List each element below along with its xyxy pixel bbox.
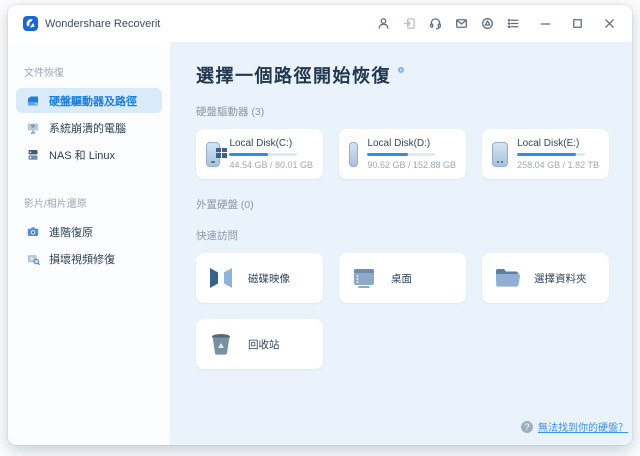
- drive-name: Local Disk(E:): [517, 138, 599, 149]
- sidebar-group-file-recovery: 文件恢復: [24, 64, 154, 79]
- app-logo-icon: [23, 16, 38, 31]
- sidebar: 文件恢復 硬盤驅動器及路徑 系統崩潰的電腦: [8, 42, 170, 445]
- drive-usage-text: 258.04 GB / 1.82 TB: [517, 160, 599, 170]
- brand: Wondershare Recoverit: [23, 16, 160, 31]
- help-link-container: ? 無法找到你的硬盤？: [521, 419, 628, 434]
- drive-usage-fill: [367, 153, 407, 156]
- video-repair-icon: [25, 251, 40, 266]
- app-window: Wondershare Recoverit: [8, 5, 632, 445]
- sidebar-item-label: 進階復原: [49, 224, 93, 240]
- desktop-icon: [349, 265, 379, 291]
- quick-access-card-list: 磁碟映像 桌面 選擇資料夾: [196, 253, 616, 369]
- drive-usage-bar: [517, 153, 585, 156]
- drive-card-d[interactable]: Local Disk(D:) 90.62 GB / 152.88 GB: [339, 129, 466, 179]
- window-body: 文件恢復 硬盤驅動器及路徑 系統崩潰的電腦: [8, 42, 632, 445]
- maximize-icon[interactable]: [570, 16, 585, 31]
- quick-card-label: 磁碟映像: [248, 271, 290, 286]
- support-headset-icon[interactable]: [428, 16, 443, 31]
- hard-drive-icon: [492, 142, 508, 167]
- quick-card-disk-image[interactable]: 磁碟映像: [196, 253, 323, 303]
- drive-path-icon: [25, 93, 40, 108]
- sidebar-item-label: NAS 和 Linux: [49, 147, 115, 163]
- network-globe-icon[interactable]: [480, 16, 495, 31]
- windows-logo-icon: [216, 148, 227, 158]
- sidebar-item-advanced-recovery[interactable]: 進階復原: [16, 219, 162, 244]
- sidebar-item-label: 損壞視頻修復: [49, 251, 115, 267]
- hard-drive-icon: [206, 142, 220, 167]
- crashed-computer-icon: [25, 120, 40, 135]
- app-title: Wondershare Recoverit: [45, 18, 160, 30]
- quick-card-label: 回收站: [248, 337, 280, 352]
- account-icon[interactable]: [376, 16, 391, 31]
- minimize-icon[interactable]: [538, 16, 553, 31]
- titlebar-icons: [376, 16, 617, 31]
- sidebar-item-crashed-computer[interactable]: 系統崩潰的電腦: [16, 115, 162, 140]
- recycle-bin-icon: [206, 331, 236, 357]
- drive-usage-text: 90.62 GB / 152.88 GB: [367, 160, 456, 170]
- nas-server-icon: [25, 147, 40, 162]
- question-icon: ?: [521, 421, 533, 433]
- drive-card-list: Local Disk(C:) 44.54 GB / 80.01 GB Local…: [196, 129, 616, 179]
- section-header-hdd: 硬盤驅動器 (3): [196, 104, 616, 119]
- sidebar-item-video-repair[interactable]: 損壞視頻修復: [16, 246, 162, 271]
- sidebar-item-drives-and-paths[interactable]: 硬盤驅動器及路徑: [16, 88, 162, 113]
- info-icon[interactable]: [398, 67, 404, 73]
- sidebar-item-label: 硬盤驅動器及路徑: [49, 93, 137, 109]
- main-panel: 選擇一個路徑開始恢復 硬盤驅動器 (3) Local Disk(C:) 44.5…: [170, 42, 632, 445]
- sidebar-item-nas-linux[interactable]: NAS 和 Linux: [16, 142, 162, 167]
- drive-usage-text: 44.54 GB / 80.01 GB: [229, 160, 313, 170]
- close-icon[interactable]: [602, 16, 617, 31]
- quick-card-desktop[interactable]: 桌面: [339, 253, 466, 303]
- drive-usage-fill: [229, 153, 267, 156]
- drive-usage-bar: [229, 153, 297, 156]
- select-folder-icon: [492, 265, 522, 291]
- cant-find-drive-link[interactable]: 無法找到你的硬盤？: [538, 419, 628, 434]
- quick-card-label: 桌面: [391, 271, 412, 286]
- sign-in-icon[interactable]: [402, 16, 417, 31]
- drive-card-e[interactable]: Local Disk(E:) 258.04 GB / 1.82 TB: [482, 129, 609, 179]
- section-header-quick-access: 快速訪問: [196, 228, 616, 243]
- hard-drive-icon: [349, 142, 358, 167]
- sidebar-item-label: 系統崩潰的電腦: [49, 120, 126, 136]
- quick-card-recycle-bin[interactable]: 回收站: [196, 319, 323, 369]
- page-title: 選擇一個路徑開始恢復: [196, 62, 616, 88]
- sidebar-group-video-photo: 影片/相片還原: [24, 195, 154, 210]
- feedback-mail-icon[interactable]: [454, 16, 469, 31]
- titlebar: Wondershare Recoverit: [8, 5, 632, 42]
- drive-usage-fill: [517, 153, 575, 156]
- menu-list-icon[interactable]: [506, 16, 521, 31]
- screen: Wondershare Recoverit: [0, 0, 640, 456]
- drive-card-c[interactable]: Local Disk(C:) 44.54 GB / 80.01 GB: [196, 129, 323, 179]
- section-header-external: 外置硬盤 (0): [196, 197, 616, 212]
- drive-name: Local Disk(C:): [229, 138, 313, 149]
- quick-card-select-folder[interactable]: 選擇資料夾: [482, 253, 609, 303]
- camera-icon: [25, 224, 40, 239]
- drive-name: Local Disk(D:): [367, 138, 456, 149]
- drive-usage-bar: [367, 153, 435, 156]
- quick-card-label: 選擇資料夾: [534, 271, 587, 286]
- disk-image-icon: [206, 265, 236, 291]
